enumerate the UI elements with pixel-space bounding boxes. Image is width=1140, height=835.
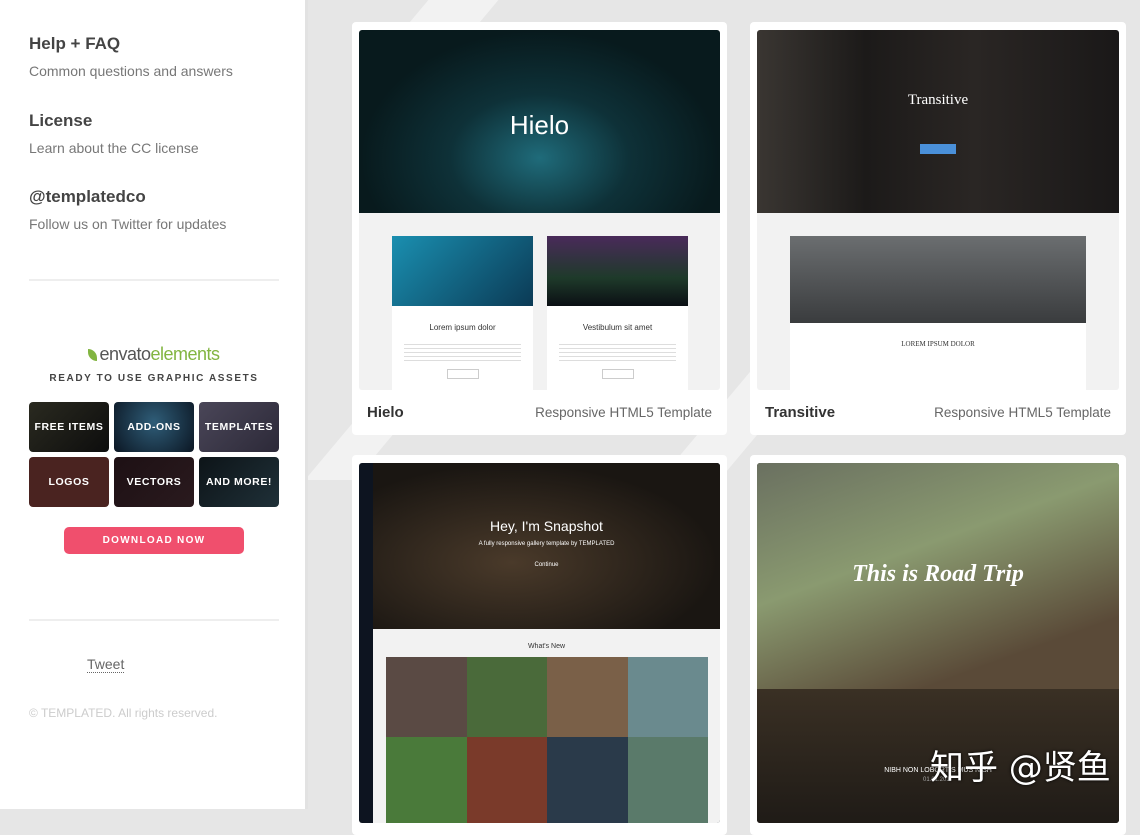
get-started-button xyxy=(920,144,956,154)
ad-tagline: READY TO USE GRAPHIC ASSETS xyxy=(49,373,259,384)
twitter-link[interactable]: @templatedco Follow us on Twitter for up… xyxy=(29,187,226,232)
hero-title: Transitive xyxy=(907,92,969,108)
preview-card-title: Lorem ipsum dolor xyxy=(429,323,496,332)
download-now-button[interactable]: DOWNLOAD NOW xyxy=(64,527,244,554)
template-preview[interactable]: Transitive LOREM IPSUM DOLOR xyxy=(757,30,1119,390)
hero-title: Hey, I'm Snapshot xyxy=(490,518,603,534)
hero-image: This is Road Trip xyxy=(757,463,1119,689)
section-title: What's New xyxy=(527,643,566,650)
tile-and-more[interactable]: AND MORE! xyxy=(199,457,279,507)
hero-image: Transitive xyxy=(757,30,1119,213)
template-preview[interactable]: Hielo Lorem ipsum dolor Vestibulum sit a… xyxy=(359,30,720,390)
tile-add-ons[interactable]: ADD-ONS xyxy=(114,402,194,452)
template-type: Responsive HTML5 Template xyxy=(934,405,1111,420)
template-name[interactable]: Hielo xyxy=(367,404,404,421)
logo-text-elements: elements xyxy=(150,344,221,364)
continue-button: Continue xyxy=(534,562,559,568)
divider xyxy=(29,279,279,281)
license-link[interactable]: License Learn about the CC license xyxy=(29,111,199,156)
sidebar: Help + FAQ Common questions and answers … xyxy=(0,0,308,809)
help-faq-subtitle: Common questions and answers xyxy=(29,63,233,79)
watermark: 知乎 @贤鱼 xyxy=(930,748,1111,788)
hero-tagline: A fully responsive gallery template by T… xyxy=(478,541,615,547)
logo-text-envato: envato xyxy=(99,344,151,364)
content-section: Lorem ipsum dolor Vestibulum sit amet xyxy=(359,213,720,390)
template-name[interactable]: Transitive xyxy=(765,404,835,421)
twitter-title: @templatedco xyxy=(29,187,146,206)
license-title: License xyxy=(29,111,93,130)
preview-card: Vestibulum sit amet xyxy=(547,236,688,390)
tile-logos[interactable]: LOGOS xyxy=(29,457,109,507)
license-subtitle: Learn about the CC license xyxy=(29,140,199,156)
twitter-subtitle: Follow us on Twitter for updates xyxy=(29,216,227,232)
preview-card: Lorem ipsum dolor xyxy=(392,236,533,390)
tile-free-items[interactable]: FREE ITEMS xyxy=(29,402,109,452)
help-faq-link[interactable]: Help + FAQ Common questions and answers xyxy=(29,34,233,79)
template-type: Responsive HTML5 Template xyxy=(535,405,712,420)
help-faq-title: Help + FAQ xyxy=(29,34,121,53)
template-preview[interactable]: Hey, I'm Snapshot A fully responsive gal… xyxy=(359,463,720,823)
content-section: LOREM IPSUM DOLOR xyxy=(757,213,1119,390)
copyright: © TEMPLATED. All rights reserved. xyxy=(29,706,218,720)
divider xyxy=(29,619,279,621)
envato-logo[interactable]: envatoelements xyxy=(0,344,308,365)
tile-templates[interactable]: TEMPLATES xyxy=(199,402,279,452)
hero-image: Hey, I'm Snapshot A fully responsive gal… xyxy=(373,463,720,629)
tweet-link[interactable]: Tweet xyxy=(87,656,125,673)
template-card-hielo[interactable]: Hielo Lorem ipsum dolor Vestibulum sit a… xyxy=(352,22,727,435)
content-section: What's New xyxy=(373,629,720,823)
preview-card-title: LOREM IPSUM DOLOR xyxy=(901,340,975,348)
template-card-transitive[interactable]: Transitive LOREM IPSUM DOLOR Transitive … xyxy=(750,22,1126,435)
hero-title: Hielo xyxy=(509,110,570,140)
ad-tiles: FREE ITEMS ADD-ONS TEMPLATES LOGOS VECTO… xyxy=(29,402,279,507)
tile-vectors[interactable]: VECTORS xyxy=(114,457,194,507)
preview-card-title: Vestibulum sit amet xyxy=(582,323,653,332)
template-card-snapshot[interactable]: Hey, I'm Snapshot A fully responsive gal… xyxy=(352,455,727,835)
hero-image: Hielo xyxy=(359,30,720,213)
preview-card: LOREM IPSUM DOLOR xyxy=(790,236,1086,390)
gallery xyxy=(386,657,708,823)
hero-title: This is Road Trip xyxy=(852,561,1024,587)
leaf-icon xyxy=(88,349,98,361)
